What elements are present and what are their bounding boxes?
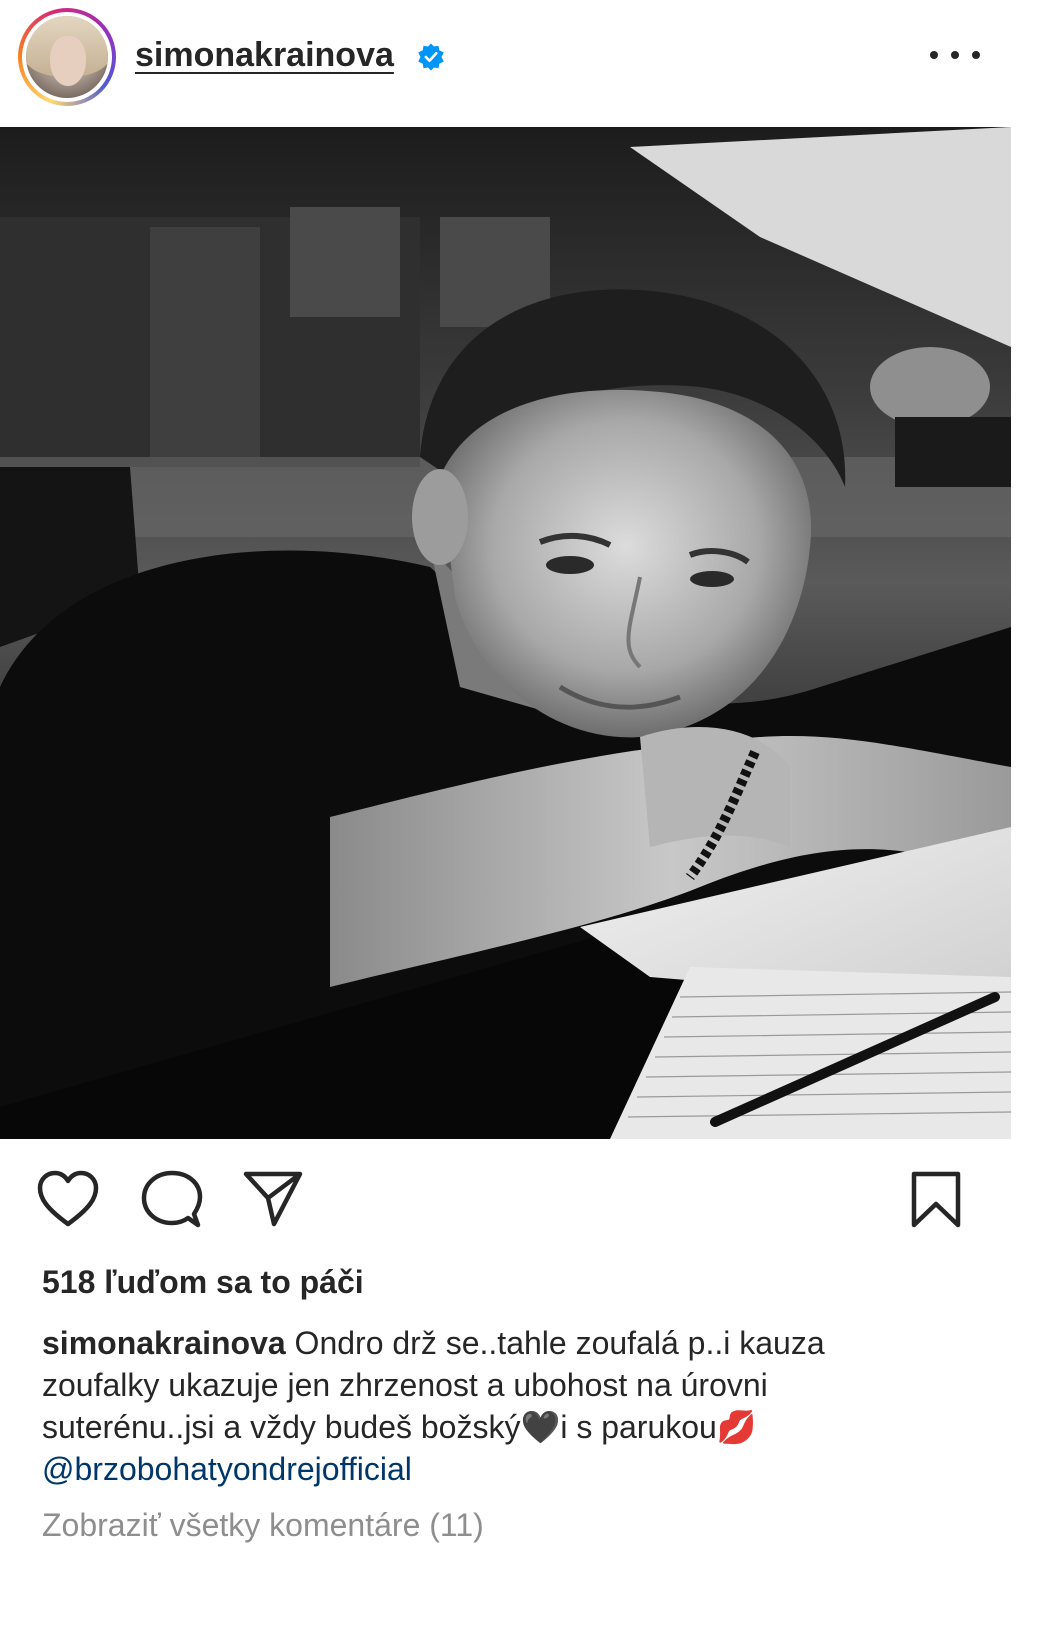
bookmark-icon[interactable] [908, 1170, 964, 1230]
photo-illustration [0, 127, 1011, 1139]
view-all-comments-link[interactable]: Zobraziť všetky komentáre (11) [42, 1507, 484, 1544]
caption-username[interactable]: simonakrainova [42, 1325, 286, 1361]
mention-link[interactable]: @brzobohatyondrejofficial [42, 1448, 942, 1490]
caption-text: i s parukou [560, 1409, 717, 1445]
caption-line-1: simonakrainova Ondro drž se..tahle zoufa… [42, 1322, 942, 1364]
caption-text: Ondro drž se..tahle zoufalá p..i kauza [285, 1325, 825, 1361]
post-header: simonakrainova [0, 0, 1052, 128]
heart-icon[interactable] [36, 1170, 100, 1230]
black-heart-emoji: 🖤 [520, 1409, 561, 1445]
post-photo[interactable] [0, 127, 1011, 1139]
kiss-emoji: 💋 [716, 1409, 757, 1445]
username-link[interactable]: simonakrainova [135, 36, 394, 75]
caption-line-3: suterénu..jsi a vždy budeš božský🖤i s pa… [42, 1406, 942, 1448]
more-options-icon[interactable] [930, 40, 980, 70]
more-dot [951, 51, 959, 59]
likes-count[interactable]: 518 ľuďom sa to páči [42, 1264, 364, 1301]
verified-badge-icon [418, 43, 444, 71]
story-ring[interactable] [18, 8, 116, 106]
avatar-face [50, 36, 86, 86]
avatar[interactable] [26, 16, 108, 98]
caption-line-2: zoufalky ukazuje jen zhrzenost a ubohost… [42, 1367, 768, 1403]
more-dot [972, 51, 980, 59]
share-icon[interactable] [242, 1170, 306, 1230]
avatar-border [22, 12, 112, 102]
post-caption: simonakrainova Ondro drž se..tahle zoufa… [42, 1322, 942, 1490]
comment-icon[interactable] [140, 1170, 204, 1230]
more-dot [930, 51, 938, 59]
caption-text: suterénu..jsi a vždy budeš božský [42, 1409, 521, 1445]
